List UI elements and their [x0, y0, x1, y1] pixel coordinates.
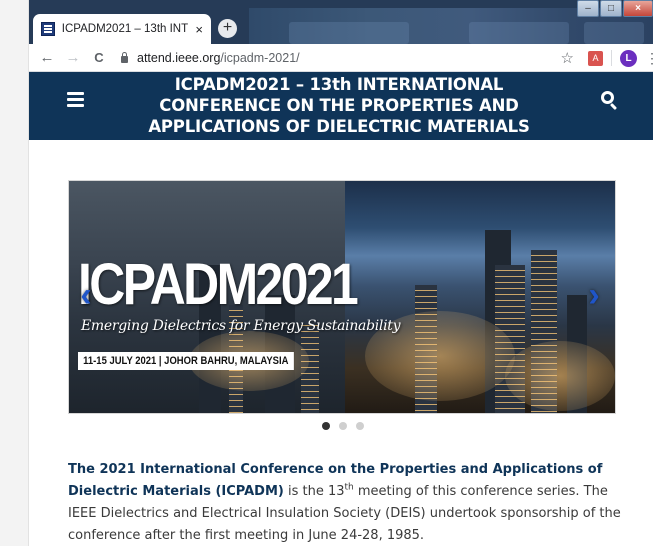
carousel-prev-arrow-icon[interactable]: ‹ — [73, 277, 99, 313]
reload-button[interactable]: C — [91, 50, 107, 65]
carousel-dot[interactable] — [339, 422, 347, 430]
site-title-line: ICPADM2021 – 13th INTERNATIONAL — [174, 75, 504, 94]
browser-window: ICPADM2021 – 13th INTERNATIONAL × + – □ … — [29, 0, 653, 546]
site-header: ICPADM2021 – 13th INTERNATIONAL CONFEREN… — [29, 72, 653, 140]
maximize-button[interactable]: □ — [600, 0, 622, 17]
city-light-glow — [505, 341, 615, 411]
hero-date-location: 11-15 JULY 2021 | JOHOR BAHRU, MALAYSIA — [78, 352, 294, 370]
intro-superscript: th — [344, 482, 354, 493]
search-icon[interactable] — [601, 91, 619, 111]
close-window-button[interactable]: × — [623, 0, 653, 17]
lock-icon[interactable] — [121, 51, 128, 63]
forward-button[interactable]: → — [65, 49, 81, 66]
url-host: attend.ieee.org — [137, 50, 221, 65]
left-window-edge — [0, 0, 29, 546]
tab-title: ICPADM2021 – 13th INTERNATIONAL — [61, 23, 190, 35]
background-tab[interactable] — [289, 22, 409, 44]
active-tab[interactable]: ICPADM2021 – 13th INTERNATIONAL × — [33, 14, 211, 44]
intro-paragraph: The 2021 International Conference on the… — [68, 459, 628, 546]
toolbar-actions: ☆ A L ⋮ — [561, 44, 653, 72]
hamburger-icon[interactable] — [67, 92, 84, 107]
hero-image-night-panel — [345, 181, 615, 413]
background-tab[interactable] — [469, 22, 569, 44]
tab-close-icon[interactable]: × — [195, 22, 203, 37]
toolbar-separator — [611, 50, 612, 66]
address-bar[interactable]: attend.ieee.org/icpadm-2021/ — [121, 51, 561, 65]
background-tab[interactable] — [584, 22, 644, 44]
hero-carousel[interactable]: ICPADM2021 Emerging Dielectrics for Ener… — [68, 180, 616, 414]
tab-strip: ICPADM2021 – 13th INTERNATIONAL × + – □ … — [29, 0, 653, 44]
site-title-line: CONFERENCE ON THE PROPERTIES AND — [159, 96, 519, 115]
url-path: /icpadm-2021/ — [220, 50, 300, 65]
pdf-extension-icon[interactable]: A — [588, 50, 603, 66]
browser-toolbar: ← → C attend.ieee.org/icpadm-2021/ ☆ A L… — [29, 44, 653, 72]
carousel-dot[interactable] — [356, 422, 364, 430]
site-title[interactable]: ICPADM2021 – 13th INTERNATIONAL CONFEREN… — [139, 74, 539, 137]
browser-menu-icon[interactable]: ⋮ — [645, 50, 653, 67]
window-controls: – □ × — [576, 0, 653, 18]
new-tab-button[interactable]: + — [218, 19, 237, 38]
site-title-line: APPLICATIONS OF DIELECTRIC MATERIALS — [148, 117, 530, 136]
profile-avatar[interactable]: L — [620, 49, 637, 67]
hero-tagline: Emerging Dielectrics for Energy Sustaina… — [81, 318, 401, 334]
intro-text: is the 13 — [283, 484, 345, 499]
minimize-button[interactable]: – — [577, 0, 599, 17]
hero-title: ICPADM2021 — [78, 252, 359, 317]
bookmark-star-icon[interactable]: ☆ — [561, 49, 574, 67]
carousel-indicators — [29, 422, 653, 430]
ieee-favicon-icon — [41, 22, 55, 36]
carousel-next-arrow-icon[interactable]: › — [581, 277, 607, 313]
carousel-dot[interactable] — [322, 422, 330, 430]
back-button[interactable]: ← — [39, 49, 55, 66]
